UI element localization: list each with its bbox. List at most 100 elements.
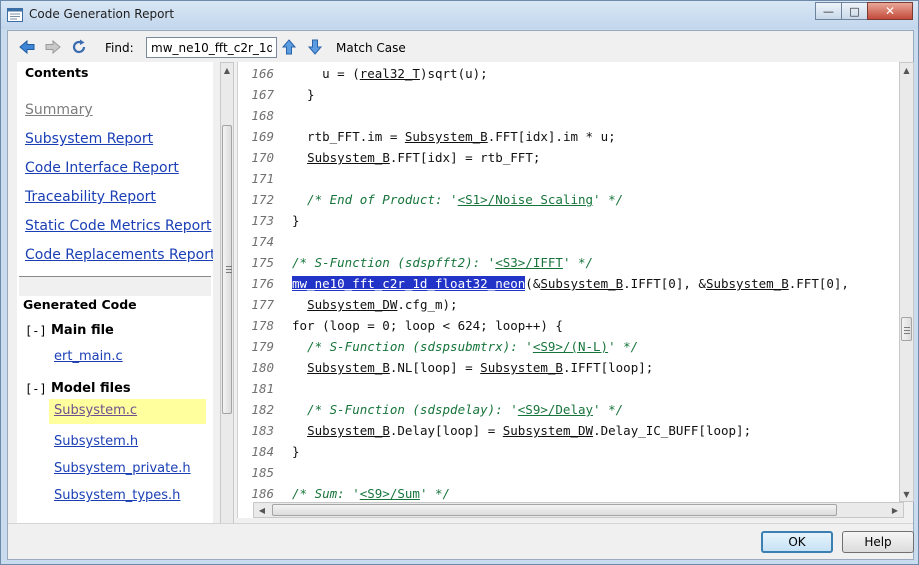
contents-scroll-thumb[interactable] <box>222 125 232 414</box>
code-hyperlink[interactable]: <S3>/IFFT <box>495 255 563 270</box>
code-text: } <box>292 444 300 459</box>
help-button[interactable]: Help <box>842 531 914 553</box>
code-line: 170 Subsystem_B.FFT[idx] = rtb_FFT; <box>238 150 902 170</box>
link-subsystem-report[interactable]: Subsystem Report <box>25 131 153 147</box>
code-line: 168 <box>238 108 902 128</box>
code-line: 173} <box>238 213 902 233</box>
code-scroll-down-icon[interactable]: ▼ <box>900 487 913 501</box>
file-link-subsystem-private-h[interactable]: Subsystem_private.h <box>54 461 191 476</box>
code-comment: ' */ <box>593 402 624 417</box>
scroll-right-icon[interactable]: ▶ <box>887 503 903 517</box>
line-number: 171 <box>251 171 274 186</box>
code-token: .Delay_IC_BUFF[loop]; <box>593 423 752 438</box>
window-controls: — □ ✕ <box>815 2 913 20</box>
find-next-icon[interactable] <box>306 38 324 56</box>
match-case-option[interactable]: Match Case <box>336 41 406 55</box>
code-view[interactable]: 166 u = (real32_T)sqrt(u); 167 } 168 169 rt… <box>237 62 902 518</box>
code-token: .FFT[0], <box>788 276 849 291</box>
dialog-footer: OK Help <box>8 523 914 559</box>
code-token: .NL[loop] = <box>389 360 481 375</box>
find-previous-icon[interactable] <box>280 38 298 56</box>
scroll-up-icon[interactable]: ▲ <box>221 63 233 77</box>
back-arrow-icon[interactable] <box>18 38 36 56</box>
close-button[interactable]: ✕ <box>867 2 913 20</box>
file-link-subsystem-h[interactable]: Subsystem.h <box>54 434 138 449</box>
refresh-icon[interactable] <box>70 38 88 56</box>
ok-button[interactable]: OK <box>761 531 833 553</box>
code-line: 181 <box>238 381 902 401</box>
report-app-icon <box>7 8 23 22</box>
code-text: Subsystem_B.NL[loop] = Subsystem_B.IFFT[… <box>292 360 653 375</box>
code-hyperlink[interactable]: Subsystem_B <box>307 360 390 375</box>
code-token: .FFT[idx] = rtb_FFT; <box>389 150 541 165</box>
code-text: } <box>292 213 300 228</box>
line-number: 172 <box>251 192 274 207</box>
code-text: rtb_FFT.im = Subsystem_B.FFT[idx].im * u… <box>292 129 616 144</box>
file-link-subsystem-types-h[interactable]: Subsystem_types.h <box>54 488 180 503</box>
forward-arrow-icon[interactable] <box>44 38 62 56</box>
code-hyperlink[interactable]: Subsystem_B <box>307 150 390 165</box>
code-comment: ' */ <box>419 486 451 501</box>
code-comment: /* S-Function (sdspfft2): ' <box>292 255 496 270</box>
contents-pane: Contents Summary Subsystem Report Code I… <box>17 62 213 549</box>
code-line: 166 u = (real32_T)sqrt(u); <box>238 66 902 86</box>
code-hyperlink[interactable]: Subsystem_DW <box>503 423 593 438</box>
code-hyperlink[interactable]: <S9>/Delay <box>518 402 593 417</box>
code-hyperlink[interactable]: Subsystem_B <box>480 360 563 375</box>
code-text: /* S-Function (sdspsubmtrx): '<S9>/(N-L)… <box>292 339 638 354</box>
link-static-code-metrics-report[interactable]: Static Code Metrics Report <box>25 218 211 234</box>
line-number: 184 <box>251 444 274 459</box>
generated-code-title: Generated Code <box>23 297 137 312</box>
minimize-icon: — <box>823 4 834 18</box>
line-number: 181 <box>251 381 274 396</box>
code-token: .IFFT[loop]; <box>562 360 654 375</box>
code-comment: /* End of Product: ' <box>292 192 458 207</box>
code-hyperlink[interactable]: Subsystem_DW <box>307 297 397 312</box>
code-hscroll-thumb[interactable] <box>272 504 837 516</box>
close-icon: ✕ <box>884 4 896 18</box>
code-scroll-thumb[interactable] <box>901 317 912 341</box>
code-horizontal-scrollbar[interactable]: ◀ ▶ <box>253 502 904 518</box>
scroll-left-icon[interactable]: ◀ <box>254 503 270 517</box>
file-link-ert-main-c[interactable]: ert_main.c <box>54 349 123 364</box>
minimize-button[interactable]: — <box>815 2 842 20</box>
code-hyperlink[interactable]: <S9>/Sum <box>360 486 420 501</box>
link-summary[interactable]: Summary <box>25 102 93 118</box>
code-vertical-scrollbar[interactable]: ▲ ▼ <box>899 62 914 502</box>
contents-title: Contents <box>25 65 89 80</box>
line-number: 167 <box>251 87 274 102</box>
code-token: .FFT[idx].im * u; <box>487 129 616 144</box>
code-token: } <box>292 213 300 228</box>
code-hyperlink[interactable]: <S9>/(N-L) <box>533 339 608 354</box>
code-line: 185 <box>238 465 902 485</box>
main-file-toggle[interactable]: [-] <box>25 324 47 338</box>
code-hyperlink[interactable]: Subsystem_B <box>307 423 390 438</box>
maximize-button[interactable]: □ <box>841 2 868 20</box>
code-hyperlink[interactable]: <S1>/Noise Scaling <box>458 192 593 207</box>
code-hyperlink[interactable]: Subsystem_B <box>540 276 623 291</box>
main-file-title: Main file <box>51 323 114 338</box>
code-hyperlink[interactable]: real32_T <box>360 66 420 81</box>
code-comment: /* S-Function (sdspdelay): ' <box>292 402 518 417</box>
code-scroll-up-icon[interactable]: ▲ <box>900 63 913 77</box>
code-line: 171 <box>238 171 902 191</box>
contents-scrollbar[interactable]: ▲ ▼ <box>220 62 234 549</box>
model-files-title: Model files <box>51 381 131 396</box>
link-code-replacements-report[interactable]: Code Replacements Report <box>25 247 213 263</box>
code-hyperlink[interactable]: Subsystem_B <box>405 129 488 144</box>
code-token: rtb_FFT.im = <box>292 129 405 144</box>
code-hyperlink[interactable]: Subsystem_B <box>706 276 789 291</box>
code-token: } <box>292 444 300 459</box>
find-input[interactable] <box>146 37 277 58</box>
search-highlight[interactable]: mw_ne10_fft_c2r_1d_float32_neon <box>292 276 526 291</box>
model-files-toggle[interactable]: [-] <box>25 382 47 396</box>
line-number: 175 <box>251 255 274 270</box>
report-client-area: Find: Match Case Contents Summary Subsys… <box>7 30 914 560</box>
file-link-subsystem-c[interactable]: Subsystem.c <box>49 399 206 424</box>
link-code-interface-report[interactable]: Code Interface Report <box>25 160 179 176</box>
line-number: 177 <box>251 297 274 312</box>
title-bar[interactable]: Code Generation Report — □ ✕ <box>1 1 918 29</box>
link-traceability-report[interactable]: Traceability Report <box>25 189 156 205</box>
code-line: 180 Subsystem_B.NL[loop] = Subsystem_B.I… <box>238 360 902 380</box>
